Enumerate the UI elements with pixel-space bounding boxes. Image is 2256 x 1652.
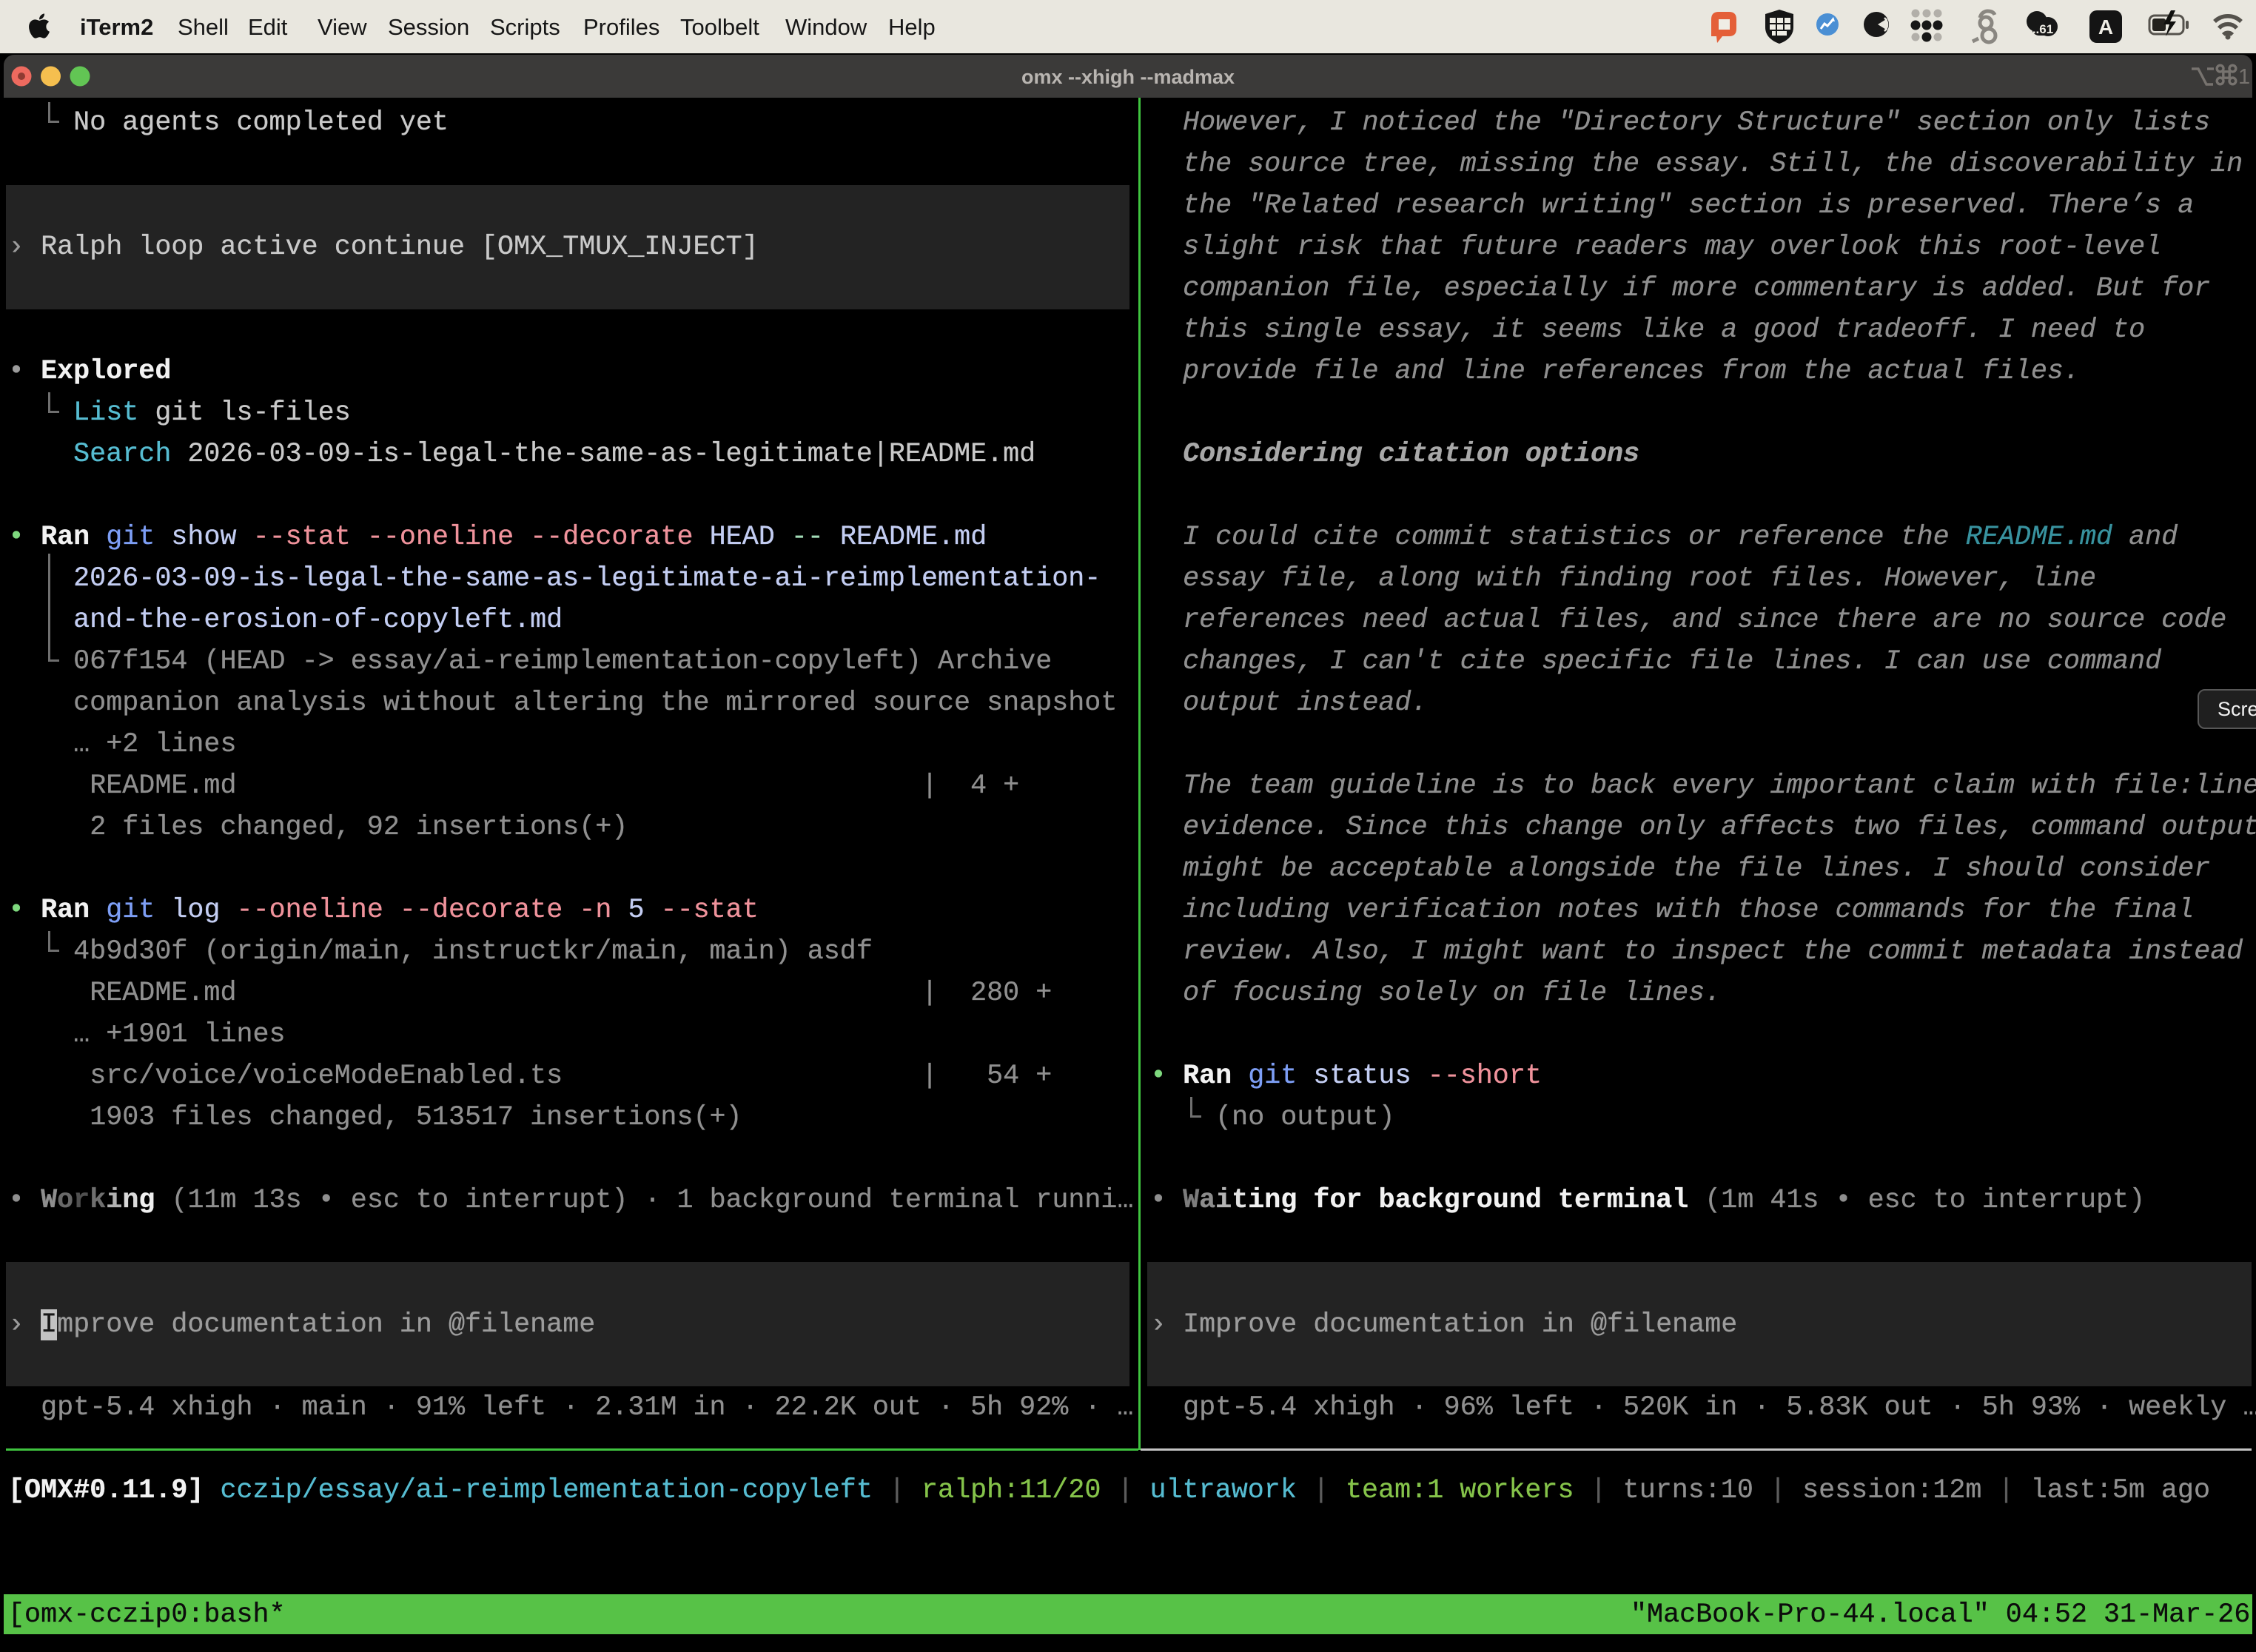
svg-text:A: A bbox=[2098, 16, 2113, 38]
svg-text:1: 1 bbox=[2238, 65, 2250, 89]
svg-text:..61: ..61 bbox=[2032, 22, 2053, 36]
